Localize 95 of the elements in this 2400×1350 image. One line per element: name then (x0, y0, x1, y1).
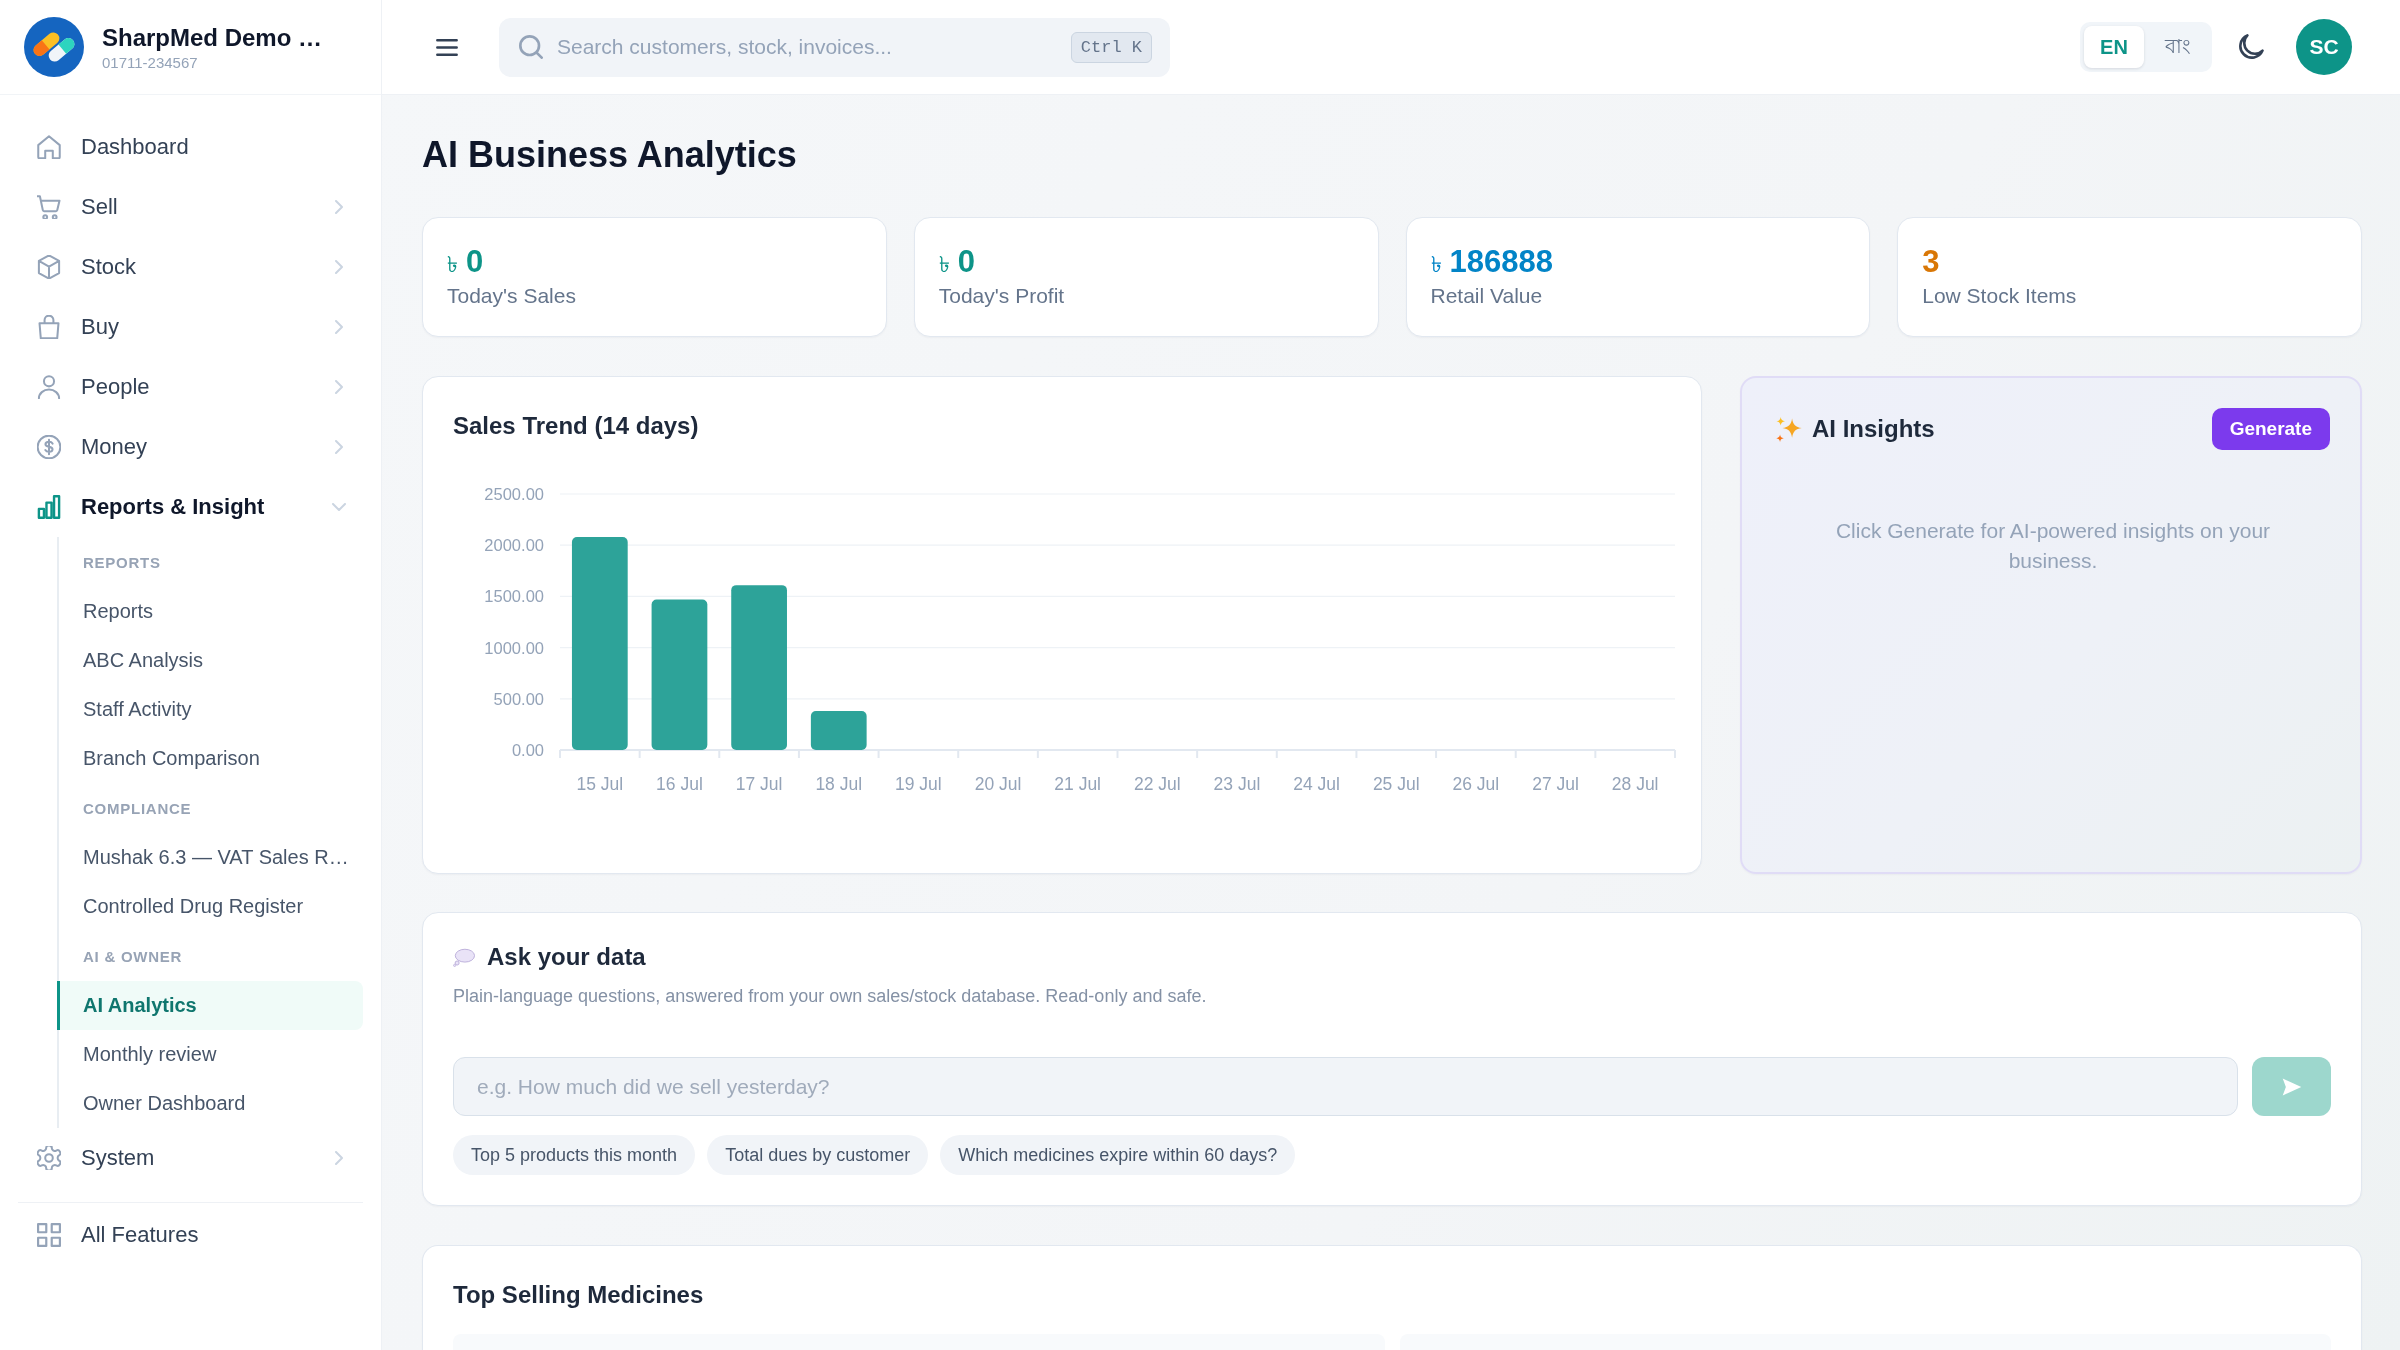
submenu-item[interactable]: Owner Dashboard (57, 1079, 363, 1128)
shortcut-hint: Ctrl K (1070, 31, 1152, 63)
house-icon (37, 135, 61, 159)
brand-name: SharpMed Demo … (102, 23, 323, 52)
avatar[interactable]: SC (2296, 19, 2352, 75)
stat-value: 186888 (1449, 244, 1553, 280)
nav-item[interactable]: System (18, 1128, 363, 1188)
card-subtitle: Plain-language questions, answered from your own sales/stock database. Read-only and safe. (453, 985, 1207, 1008)
currency-symbol: ৳ (938, 251, 950, 279)
submenu-item[interactable]: Branch Comparison (57, 734, 363, 783)
send-icon (2281, 1077, 2302, 1096)
x-axis-label: 21 Jul (1054, 774, 1102, 794)
x-axis-label: 25 Jul (1372, 774, 1420, 794)
submenu-item[interactable]: Reports (57, 587, 363, 636)
y-axis-label: 2000.00 (484, 536, 544, 555)
gear-icon (37, 1146, 61, 1170)
grid-icon (37, 1223, 61, 1247)
generate-button[interactable]: Generate (2211, 408, 2330, 450)
chart-bar (810, 711, 867, 750)
chevron-right-icon (335, 1151, 343, 1165)
nav-item[interactable]: Buy (18, 297, 363, 357)
chevron-right-icon (335, 440, 343, 454)
x-axis-label: 28 Jul (1611, 774, 1659, 794)
brand-phone: 01711-234567 (102, 53, 198, 71)
x-axis-label: 17 Jul (735, 774, 783, 794)
submenu-item[interactable]: Controlled Drug Register (57, 882, 363, 931)
section-heading: REPORTS (83, 553, 161, 571)
nav-item[interactable]: All Features (18, 1205, 363, 1265)
x-axis-label: 16 Jul (656, 774, 703, 794)
stat-label: Today's Profit (938, 284, 1065, 308)
suggestion-chip[interactable]: Total dues by customer (707, 1135, 929, 1175)
currency-symbol: ৳ (447, 251, 458, 279)
submenu-item[interactable]: AI Analytics (57, 981, 363, 1030)
section-heading: COMPLIANCE (83, 799, 192, 817)
chevron-right-icon (335, 380, 343, 394)
section-heading: AI & OWNER (83, 947, 183, 965)
page-title: AI Business Analytics (422, 133, 797, 177)
stat-value: 3 (1922, 244, 1940, 280)
currency-symbol: ৳ (1430, 251, 1442, 279)
thought-bubble-icon (453, 947, 475, 967)
stat-label: Retail Value (1430, 284, 1543, 308)
cube-icon (37, 255, 61, 279)
menu-icon (436, 38, 458, 56)
x-axis-label: 23 Jul (1213, 774, 1261, 794)
nav-item[interactable]: People (18, 357, 363, 417)
search-input[interactable]: Search customers, stock, invoices... (557, 27, 1057, 67)
bag-icon (37, 315, 61, 339)
stat-label: Low Stock Items (1922, 284, 2077, 308)
cart-icon (37, 195, 61, 219)
chevron-right-icon (335, 260, 343, 274)
x-axis-label: 22 Jul (1133, 774, 1181, 794)
sparkles-icon (1776, 416, 1802, 442)
submenu-item[interactable]: Mushak 6.3 — VAT Sales R… (57, 833, 363, 882)
stat-value: 0 (466, 244, 484, 280)
person-icon (37, 375, 61, 399)
x-axis-label: 20 Jul (974, 774, 1022, 794)
x-axis-label: 24 Jul (1293, 774, 1340, 794)
y-axis-label: 0.00 (511, 741, 544, 759)
chevron-right-icon (335, 200, 343, 214)
y-axis-label: 2500.00 (484, 485, 544, 503)
capsules-logo-icon (24, 17, 84, 77)
suggestion-chip[interactable]: Which medicines expire within 60 days? (940, 1135, 1296, 1175)
x-axis-label: 26 Jul (1452, 774, 1500, 794)
x-axis-label: 27 Jul (1532, 774, 1579, 794)
stat-value: 0 (957, 244, 975, 280)
chart-title: Sales Trend (14 days) (453, 411, 699, 441)
nav-item[interactable]: Money (18, 417, 363, 477)
stat-label: Today's Sales (447, 284, 576, 308)
x-axis-label: 19 Jul (895, 774, 942, 794)
card-title: Top Selling Medicines (453, 1280, 704, 1310)
bar-chart-icon (37, 495, 61, 519)
card-title: AI Insights (1812, 414, 1935, 444)
x-axis-label: 15 Jul (576, 774, 624, 794)
card-title: Ask your data (487, 942, 646, 972)
language-option[interactable]: বাং (2148, 26, 2208, 68)
search-icon (519, 35, 543, 59)
empty-state-message: Click Generate for AI-powered insights on your business. (1834, 518, 2272, 574)
search-field[interactable]: Search customers, stock, invoices... Ctrl K (499, 17, 1170, 77)
suggestion-chip[interactable]: Top 5 products this month (453, 1135, 696, 1175)
nav-item[interactable]: Reports & Insight (18, 477, 363, 537)
nav-item[interactable]: Dashboard (18, 117, 363, 177)
language-option[interactable]: EN (2084, 26, 2144, 68)
question-input[interactable]: e.g. How much did we sell yesterday? (453, 1057, 2238, 1116)
y-axis-label: 1000.00 (484, 638, 544, 657)
submenu-item[interactable]: ABC Analysis (57, 636, 363, 685)
nav-item[interactable]: Sell (18, 177, 363, 237)
moon-icon (2238, 34, 2264, 60)
submenu-item[interactable]: Staff Activity (57, 685, 363, 734)
y-axis-label: 500.00 (493, 689, 544, 708)
chevron-down-icon (332, 503, 346, 511)
y-axis-label: 1500.00 (484, 587, 544, 606)
x-axis-label: 18 Jul (815, 774, 863, 794)
nav-item[interactable]: Stock (18, 237, 363, 297)
submenu-item[interactable]: Monthly review (57, 1030, 363, 1079)
chevron-right-icon (335, 320, 343, 334)
